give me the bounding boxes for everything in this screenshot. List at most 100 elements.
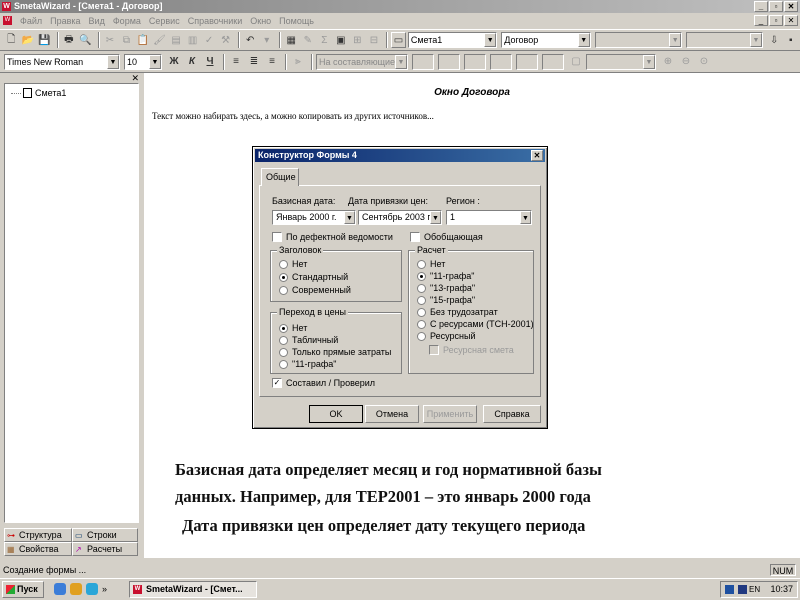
outlook-icon[interactable]	[86, 583, 98, 595]
spellcheck-icon[interactable]: ✓	[202, 32, 217, 48]
font-combo[interactable]: Times New Roman ▼	[4, 53, 120, 70]
align-right-icon[interactable]: ≡	[264, 54, 280, 70]
menu-file[interactable]: Файл	[16, 16, 46, 26]
font-size-combo[interactable]: 10 ▼	[124, 53, 162, 70]
checkbox-box[interactable]	[272, 232, 282, 242]
language-icon[interactable]	[738, 585, 747, 594]
tab-calculations[interactable]: ↗ Расчеты	[72, 542, 138, 556]
align-center-icon[interactable]: ≣	[246, 54, 262, 70]
menu-help[interactable]: Помощь	[275, 16, 318, 26]
menu-service[interactable]: Сервис	[145, 16, 184, 26]
radio-dot[interactable]	[279, 359, 288, 369]
calc-option-13[interactable]: "13-графа"	[417, 283, 475, 293]
chevron-down-icon[interactable]: ▼	[149, 54, 161, 69]
tools-icon[interactable]: ⚒	[218, 32, 233, 48]
radio-dot[interactable]	[417, 283, 426, 293]
header-option-none[interactable]: Нет	[279, 259, 307, 269]
italic-button[interactable]: К	[184, 54, 200, 70]
blank-field-6[interactable]	[542, 53, 564, 70]
level-combo[interactable]: На составляющие ▼	[316, 53, 408, 70]
radio-dot[interactable]	[417, 331, 426, 341]
calc-option-no-labor[interactable]: Без трудозатрат	[417, 307, 498, 317]
help-button[interactable]: Справка	[483, 405, 541, 423]
close-button[interactable]: ✕	[784, 1, 798, 12]
app-title-bar[interactable]: W SmetaWizard - [Смета1 - Договор] _ ▫ ✕	[0, 0, 800, 13]
radio-dot[interactable]	[279, 259, 288, 269]
disabled-combo-3[interactable]: ▼	[586, 53, 656, 70]
minimize-button[interactable]: _	[754, 1, 768, 12]
explorer-icon[interactable]	[70, 583, 82, 595]
menu-edit[interactable]: Правка	[46, 16, 84, 26]
paste-icon[interactable]: 📋	[136, 32, 151, 48]
defect-checkbox[interactable]: По дефектной ведомости	[272, 232, 393, 242]
quick-launch-chevron[interactable]: »	[102, 583, 107, 595]
price-option-table[interactable]: Табличный	[279, 335, 338, 345]
calc-option-none[interactable]: Нет	[417, 259, 445, 269]
dialog-close-button[interactable]: ✕	[531, 150, 543, 161]
chart-icon[interactable]: ⊟	[367, 32, 382, 48]
radio-dot[interactable]	[417, 259, 426, 269]
estimate-combo[interactable]: Смета1 ▼	[407, 32, 498, 48]
form-combo[interactable]: Договор ▼	[501, 32, 591, 48]
calculator-icon[interactable]: ▣	[334, 32, 349, 48]
radio-dot[interactable]	[417, 295, 426, 305]
print-icon[interactable]: 🖶	[62, 32, 77, 48]
price-option-11-column[interactable]: "11-графа"	[279, 359, 336, 369]
print-preview-icon[interactable]: 🔍	[78, 32, 93, 48]
disabled-combo-1[interactable]: ▼	[594, 32, 683, 48]
base-date-combo[interactable]: Январь 2000 г. ▼	[272, 210, 356, 225]
radio-dot-selected[interactable]	[279, 272, 288, 282]
doc-restore-button[interactable]: ▫	[769, 15, 783, 26]
table-icon[interactable]: ⊞	[350, 32, 365, 48]
delete-row-icon[interactable]: ▥	[185, 32, 200, 48]
chevron-down-icon[interactable]: ▼	[520, 211, 531, 224]
doc-minimize-button[interactable]: _	[754, 15, 768, 26]
align-left-icon[interactable]: ≡	[228, 54, 244, 70]
blank-field-1[interactable]	[412, 53, 434, 70]
price-option-direct[interactable]: Только прямые затраты	[279, 347, 391, 357]
grid-icon[interactable]: ▢	[568, 54, 584, 70]
header-option-modern[interactable]: Современный	[279, 285, 351, 295]
calc-option-11[interactable]: "11-графа"	[417, 271, 474, 281]
export-icon[interactable]: ⇩	[767, 32, 782, 48]
tree-item-estimate[interactable]: Смета1	[11, 88, 66, 98]
blank-field-4[interactable]	[490, 53, 512, 70]
summary-checkbox[interactable]: Обобщающая	[410, 232, 483, 242]
checkbox-box[interactable]	[410, 232, 420, 242]
zoom-icon[interactable]: ⊙	[696, 54, 712, 70]
disabled-combo-2[interactable]: ▼	[686, 32, 763, 48]
cut-icon[interactable]: ✂	[103, 32, 118, 48]
bold-button[interactable]: Ж	[166, 54, 182, 70]
taskbar-smetawizard-button[interactable]: W SmetaWizard - [Смет...	[129, 581, 257, 598]
chevron-down-icon[interactable]: ▼	[395, 54, 407, 69]
cancel-button[interactable]: Отмена	[365, 405, 419, 423]
radio-dot-selected[interactable]	[279, 323, 288, 333]
document-hint-text[interactable]: Текст можно набирать здесь, а можно копи…	[152, 111, 434, 121]
header-option-standard[interactable]: Стандартный	[279, 272, 348, 282]
chevron-down-icon[interactable]: ▼	[643, 54, 655, 69]
price-date-combo[interactable]: Сентябрь 2003 г. ▼	[358, 210, 442, 225]
document-menu-icon[interactable]: W	[3, 16, 12, 25]
sheet-icon[interactable]: ▦	[284, 32, 299, 48]
underline-button[interactable]: Ч	[202, 54, 218, 70]
undo-icon[interactable]: ↶	[243, 32, 258, 48]
structure-tree[interactable]: Смета1	[4, 83, 139, 523]
apply-button[interactable]: Применить	[423, 405, 477, 423]
chevron-down-icon[interactable]: ▼	[577, 33, 590, 47]
save-form-icon[interactable]: ▪	[783, 32, 798, 48]
chevron-down-icon[interactable]: ▼	[430, 211, 441, 224]
calc-option-resources[interactable]: С ресурсами (ТСН-2001)	[417, 319, 534, 329]
blank-field-5[interactable]	[516, 53, 538, 70]
form-window-icon[interactable]: ▭	[391, 32, 406, 48]
calc-option-resource[interactable]: Ресурсный	[417, 331, 475, 341]
chevron-down-icon[interactable]: ▼	[107, 54, 119, 69]
pencil-icon[interactable]: ✎	[301, 32, 316, 48]
resource-estimate-checkbox[interactable]: Ресурсная смета	[429, 345, 514, 355]
start-button[interactable]: Пуск	[2, 581, 44, 598]
checkbox-box-checked[interactable]: ✓	[272, 378, 282, 388]
region-combo[interactable]: 1 ▼	[446, 210, 532, 225]
chevron-down-icon[interactable]: ▼	[669, 33, 682, 47]
radio-dot[interactable]	[279, 285, 288, 295]
doc-close-button[interactable]: ✕	[784, 15, 798, 26]
chevron-down-icon[interactable]: ▼	[749, 33, 762, 47]
